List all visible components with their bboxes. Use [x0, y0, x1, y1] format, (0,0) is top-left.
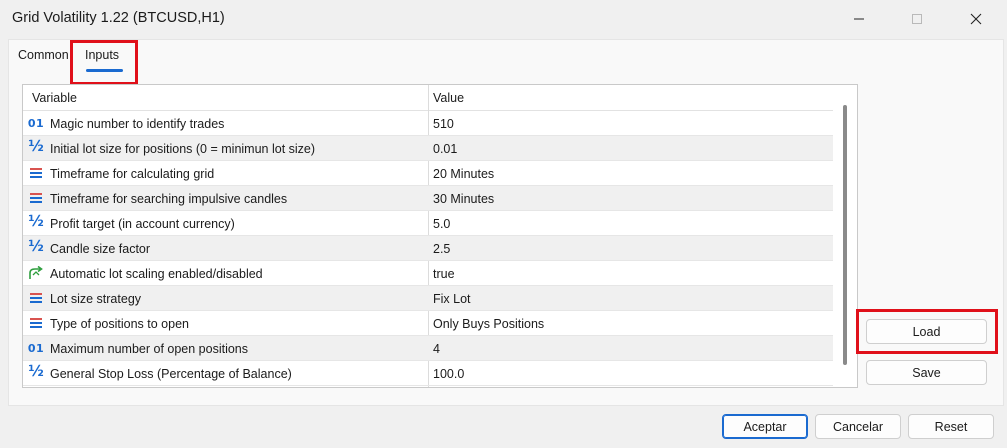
variable-cell: Maximum number of open positions — [50, 342, 249, 356]
boolean-arrow-icon — [27, 265, 45, 281]
maximize-button[interactable] — [894, 0, 940, 38]
variable-cell: Automatic lot scaling enabled/disabled — [50, 267, 263, 281]
header-variable[interactable]: Variable — [32, 91, 77, 105]
value-cell[interactable]: 4 — [433, 342, 440, 356]
close-icon — [970, 13, 982, 25]
enum-list-icon — [27, 165, 45, 181]
table-row[interactable]: ½ Profit target (in account currency) 5.0 — [23, 211, 833, 236]
fraction-icon: ½ — [28, 137, 44, 155]
value-cell[interactable]: 30 Minutes — [433, 192, 494, 206]
table-row[interactable]: Lot size strategy Fix Lot — [23, 286, 833, 311]
close-button[interactable] — [953, 0, 999, 38]
variable-cell: General Stop Loss (Percentage of Balance… — [50, 367, 292, 381]
tab-panel: Common Inputs Variable Value 01 Magic num… — [8, 39, 1004, 406]
header-value[interactable]: Value — [433, 91, 464, 105]
table-row[interactable]: Automatic lot scaling enabled/disabled tr… — [23, 261, 833, 286]
inputs-tab-highlight-box — [70, 40, 138, 85]
table-row[interactable]: Timeframe for calculating grid 20 Minutes — [23, 161, 833, 186]
inputs-grid: Variable Value 01 Magic number to identif… — [22, 84, 858, 388]
minimize-icon — [854, 18, 864, 20]
accept-button[interactable]: Aceptar — [722, 414, 808, 439]
fraction-icon: ½ — [28, 212, 44, 230]
cancel-button[interactable]: Cancelar — [815, 414, 901, 439]
variable-cell: Type of positions to open — [50, 317, 189, 331]
value-cell[interactable]: true — [433, 267, 455, 281]
value-cell[interactable]: 510 — [433, 117, 454, 131]
maximize-icon — [912, 14, 922, 24]
variable-cell: Magic number to identify trades — [50, 117, 225, 131]
table-row[interactable]: ½ General Stop Loss (Percentage of Balanc… — [23, 361, 833, 386]
variable-cell: Initial lot size for positions (0 = mini… — [50, 142, 316, 156]
load-button[interactable]: Load — [866, 319, 987, 344]
value-cell[interactable]: Only Buys Positions — [433, 317, 544, 331]
fraction-icon: ½ — [28, 362, 44, 380]
integer-icon: 01 — [27, 341, 45, 355]
tab-common[interactable]: Common — [18, 48, 69, 62]
value-cell[interactable]: 100.0 — [433, 367, 464, 381]
table-row[interactable]: Type of positions to open Only Buys Posit… — [23, 311, 833, 336]
table-row[interactable]: Timeframe for searching impulsive candle… — [23, 186, 833, 211]
fraction-icon: ½ — [28, 237, 44, 255]
value-cell[interactable]: 20 Minutes — [433, 167, 494, 181]
reset-button[interactable]: Reset — [908, 414, 994, 439]
vertical-scrollbar[interactable] — [843, 105, 847, 365]
value-cell[interactable]: Fix Lot — [433, 292, 471, 306]
minimize-button[interactable] — [836, 0, 882, 38]
value-cell[interactable]: 0.01 — [433, 142, 457, 156]
title-bar: Grid Volatility 1.22 (BTCUSD,H1) — [0, 0, 1007, 38]
table-row[interactable]: 01 Magic number to identify trades 510 — [23, 111, 833, 136]
window-title: Grid Volatility 1.22 (BTCUSD,H1) — [12, 10, 225, 26]
value-cell[interactable]: 5.0 — [433, 217, 450, 231]
variable-cell: Lot size strategy — [50, 292, 142, 306]
table-row[interactable]: ½ Candle size factor 2.5 — [23, 236, 833, 261]
save-button[interactable]: Save — [866, 360, 987, 385]
table-row[interactable]: 01 Maximum number of open positions 4 — [23, 336, 833, 361]
enum-list-icon — [27, 290, 45, 306]
tab-inputs[interactable]: Inputs — [85, 48, 119, 62]
variable-cell: Timeframe for searching impulsive candle… — [50, 192, 288, 206]
enum-list-icon — [27, 190, 45, 206]
variable-cell: Candle size factor — [50, 242, 151, 256]
enum-list-icon — [27, 315, 45, 331]
variable-cell: Timeframe for calculating grid — [50, 167, 215, 181]
table-row[interactable]: ½ Initial lot size for positions (0 = min… — [23, 136, 833, 161]
value-cell[interactable]: 2.5 — [433, 242, 450, 256]
integer-icon: 01 — [27, 116, 45, 130]
variable-cell: Profit target (in account currency) — [50, 217, 235, 231]
active-tab-indicator — [86, 69, 123, 72]
